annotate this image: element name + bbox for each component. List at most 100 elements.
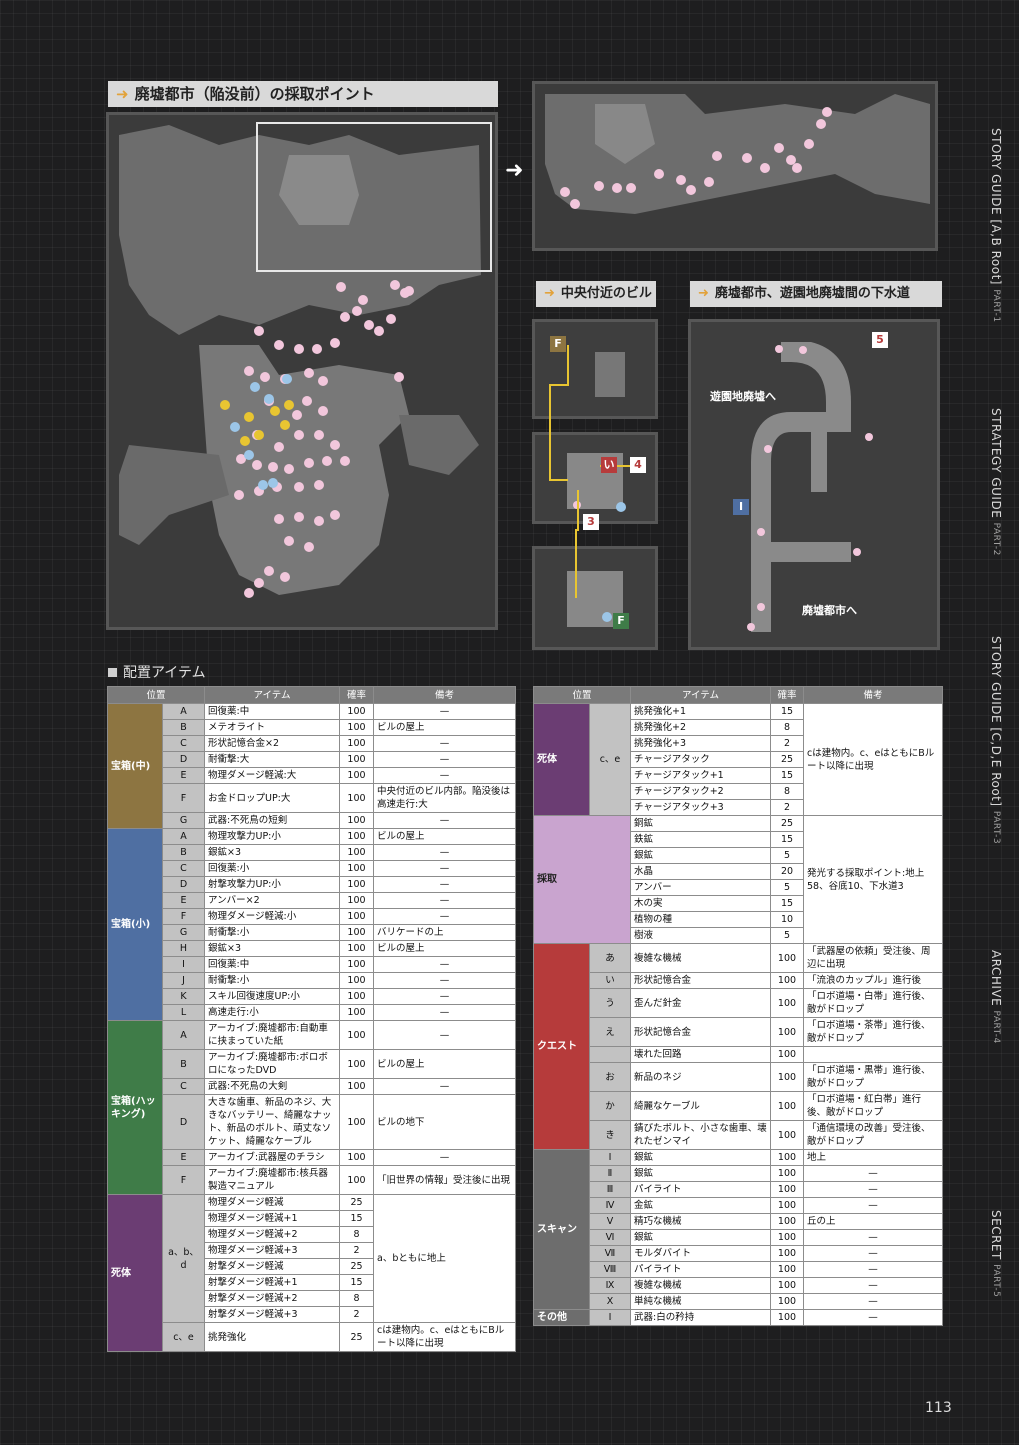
sidebar-part2[interactable]: STRATEGY GUIDE PART-2 [989, 408, 1003, 556]
rate-cell: 2 [770, 799, 804, 816]
gather-point [394, 372, 404, 382]
sidebar-part5[interactable]: SECRET PART-5 [989, 1210, 1003, 1297]
note-cell: 「旧世界の情報」受注後に出現 [373, 1165, 516, 1195]
table-row: c、e 挑発強化 25 cは建物内。c、eはともにBルート以降に出現 [108, 1322, 516, 1352]
note-cell: — [373, 860, 516, 877]
table-row: Ⅵ 銀鉱 100— [534, 1229, 943, 1246]
item-cell: 銀鉱×3 [204, 844, 340, 861]
label-to-park: 遊園地廃墟へ [710, 390, 776, 403]
item-cell: 耐衝撃:小 [204, 972, 340, 989]
item-cell: アンバー×2 [204, 892, 340, 909]
sidebar-part4[interactable]: ARCHIVE PART-4 [989, 950, 1003, 1044]
rate-cell: 100 [770, 1165, 804, 1182]
note-cell: — [373, 1149, 516, 1166]
gather-point [314, 430, 324, 440]
rate-cell: 100 [339, 1049, 374, 1079]
gather-point [318, 406, 328, 416]
col-note: 備考 [373, 686, 516, 704]
gather-point [742, 153, 752, 163]
category-cell: 宝箱(ハッキング) [107, 1020, 163, 1195]
gather-point [314, 516, 324, 526]
rate-cell: 100 [339, 719, 374, 736]
rate-cell: 25 [770, 751, 804, 768]
table-row: その他 Ⅰ 武器:白の矜持 100— [533, 1309, 943, 1326]
rate-cell: 10 [770, 911, 804, 928]
label-i-kana: い [601, 457, 617, 473]
note-cell: — [803, 1277, 943, 1294]
gather-point [280, 572, 290, 582]
item-cell: 物理攻撃力UP:小 [204, 828, 340, 845]
item-cell: 銅鉱 [630, 815, 771, 832]
gather-point [340, 312, 350, 322]
item-cell: 物理ダメージ軽減:大 [204, 767, 340, 784]
sub-cell: C [162, 1078, 205, 1095]
table-row: 宝箱(中) A 回復薬:中 100— [107, 703, 516, 829]
table-row: 採取 銅鉱 25 発光する採取ポイント:地上58、谷底10、下水道3 [533, 815, 943, 944]
note-cell: ビルの屋上 [373, 828, 516, 845]
main-map [106, 112, 498, 630]
rate-cell: 100 [339, 956, 374, 973]
rate-cell: 100 [770, 1197, 804, 1214]
item-cell: パイライト [630, 1261, 771, 1278]
table-row: H 銀鉱×3 100 ビルの屋上 [108, 940, 516, 957]
col-item: アイテム [204, 686, 340, 704]
note-cell: — [373, 1020, 516, 1050]
item-cell: 物理ダメージ軽減+2 [204, 1226, 340, 1243]
item-cell: 銀鉱 [630, 847, 771, 864]
item-cell: 単純な機械 [630, 1293, 771, 1310]
item-cell: お金ドロップUP:大 [204, 783, 340, 813]
table-row: Ⅳ 金鉱 100— [534, 1197, 943, 1214]
gather-point [284, 400, 294, 410]
rate-cell: 100 [339, 892, 374, 909]
note-cell: — [373, 972, 516, 989]
sidebar-part1[interactable]: STORY GUIDE [A,B Root] PART-1 [989, 128, 1003, 323]
table-row: え形状記憶合金 100 「ロボ道場・茶帯」進行後、敵がドロップ [534, 1017, 943, 1047]
gather-point [252, 460, 262, 470]
note-cell: — [803, 1261, 943, 1278]
table-row: D 射撃攻撃力UP:小 100— [108, 876, 516, 893]
sewer-map-svg [747, 342, 873, 632]
rate-cell: 100 [339, 1149, 374, 1166]
gather-point [294, 482, 304, 492]
sub-cell: B [162, 719, 205, 736]
sub-cell: Ⅰ [589, 1149, 631, 1166]
sub-cell: c、e [162, 1322, 205, 1352]
sidebar-sub: PART-2 [991, 522, 1001, 556]
gather-point [330, 510, 340, 520]
gather-point [312, 344, 322, 354]
table-row: B アーカイブ:廃墟都市:ボロボロになったDVD 100 ビルの屋上 [108, 1049, 516, 1079]
gather-point [294, 344, 304, 354]
item-cell: 新品のネジ [630, 1062, 771, 1092]
table-row: う歪んだ針金 100 「ロボ道場・白帯」進行後、敵がドロップ [534, 988, 943, 1018]
rate-cell: 5 [770, 879, 804, 896]
sub-cell: H [162, 940, 205, 957]
rate-cell: 2 [770, 735, 804, 752]
item-cell: スキル回復速度UP:小 [204, 988, 340, 1005]
sub-cell: Ⅱ [589, 1165, 631, 1182]
note-cell: — [803, 1181, 943, 1198]
rate-cell: 100 [339, 988, 374, 1005]
note-cell: — [373, 1078, 516, 1095]
item-cell: 射撃ダメージ軽減+2 [204, 1290, 340, 1307]
note-cell: — [373, 876, 516, 893]
sub-cell: あ [589, 943, 631, 973]
item-cell: チャージアタック [630, 751, 771, 768]
note-cell: ビルの地下 [373, 1094, 516, 1150]
gather-point [318, 376, 328, 386]
gather-point [340, 456, 350, 466]
sidebar-part3[interactable]: STORY GUIDE [C,D,E Root] PART-3 [989, 636, 1003, 844]
building-floor-bottom [532, 546, 658, 650]
item-cell: 形状記憶合金×2 [204, 735, 340, 752]
note-cell: — [803, 1229, 943, 1246]
gather-point [304, 368, 314, 378]
sub-cell: う [589, 988, 631, 1018]
gather-point [284, 464, 294, 474]
rate-cell: 8 [339, 1226, 374, 1243]
note-cell: 「ロボ道場・黒帯」進行後、敵がドロップ [803, 1062, 943, 1092]
gather-point [304, 458, 314, 468]
note-cell: — [373, 1004, 516, 1021]
gather-point [284, 536, 294, 546]
rate-cell: 15 [770, 831, 804, 848]
table-row: K スキル回復速度UP:小 100— [108, 988, 516, 1005]
rate-cell: 100 [770, 1091, 804, 1121]
